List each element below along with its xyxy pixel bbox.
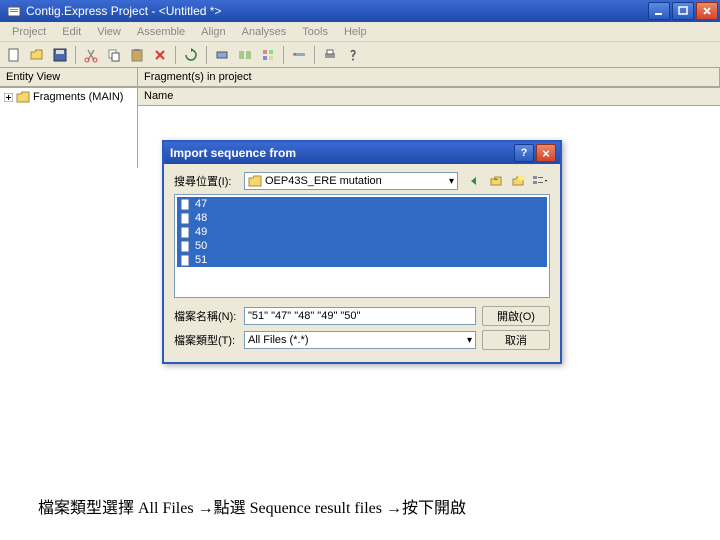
file-icon — [179, 226, 192, 239]
menu-tools[interactable]: Tools — [294, 24, 336, 40]
lookin-folder-name: OEP43S_ERE mutation — [265, 175, 382, 187]
delete-icon[interactable] — [150, 45, 170, 65]
folder-icon — [248, 175, 262, 187]
filetype-label: 檔案類型(T): — [174, 332, 238, 348]
menu-edit[interactable]: Edit — [54, 24, 89, 40]
menu-bar: Project Edit View Assemble Align Analyse… — [0, 22, 720, 42]
dialog-close-button[interactable]: × — [536, 144, 556, 162]
window-title: Contig.Express Project - <Untitled *> — [26, 4, 648, 18]
file-item[interactable]: 50 — [177, 239, 547, 253]
copy-icon[interactable] — [104, 45, 124, 65]
lookin-label: 搜尋位置(I): — [174, 173, 238, 189]
instruction-caption: 檔案類型選擇 All Files →點選 Sequence result fil… — [38, 494, 466, 518]
tool-icon-4[interactable] — [289, 45, 309, 65]
entity-view-header: Entity View — [0, 68, 138, 87]
help-icon[interactable] — [343, 45, 363, 65]
fragments-header: Fragment(s) in project — [138, 68, 720, 87]
refresh-icon[interactable] — [181, 45, 201, 65]
dialog-title: Import sequence from — [168, 146, 512, 160]
file-icon — [179, 212, 192, 225]
dropdown-icon: ▾ — [467, 335, 472, 346]
file-icon — [179, 254, 192, 267]
import-dialog: Import sequence from ? × 搜尋位置(I): OEP43S… — [162, 140, 562, 364]
maximize-button[interactable] — [672, 2, 694, 20]
paste-icon[interactable] — [127, 45, 147, 65]
close-button[interactable] — [696, 2, 718, 20]
menu-project[interactable]: Project — [4, 24, 54, 40]
filetype-combo[interactable]: All Files (*.*) ▾ — [244, 331, 476, 349]
dialog-titlebar: Import sequence from ? × — [164, 142, 560, 164]
new-icon[interactable] — [4, 45, 24, 65]
menu-help[interactable]: Help — [336, 24, 375, 40]
new-folder-icon[interactable] — [508, 172, 528, 190]
filetype-value: All Files (*.*) — [248, 334, 309, 346]
plus-icon — [4, 93, 13, 102]
dialog-help-button[interactable]: ? — [514, 144, 534, 162]
menu-analyses[interactable]: Analyses — [234, 24, 295, 40]
dropdown-icon: ▾ — [449, 176, 454, 187]
file-item[interactable]: 47 — [177, 197, 547, 211]
filename-label: 檔案名稱(N): — [174, 308, 238, 324]
file-list[interactable]: 47 48 49 50 51 — [174, 194, 550, 298]
filename-input[interactable]: "51" "47" "48" "49" "50" — [244, 307, 476, 325]
open-icon[interactable] — [27, 45, 47, 65]
toolbar — [0, 42, 720, 68]
back-icon[interactable] — [464, 172, 484, 190]
tree-root-label: Fragments (MAIN) — [33, 91, 123, 103]
lookin-combo[interactable]: OEP43S_ERE mutation ▾ — [244, 172, 458, 190]
print-icon[interactable] — [320, 45, 340, 65]
tool-icon-1[interactable] — [212, 45, 232, 65]
view-menu-icon[interactable] — [530, 172, 550, 190]
menu-align[interactable]: Align — [193, 24, 233, 40]
window-titlebar: Contig.Express Project - <Untitled *> — [0, 0, 720, 22]
open-button[interactable]: 開啟(O) — [482, 306, 550, 326]
menu-assemble[interactable]: Assemble — [129, 24, 193, 40]
save-icon[interactable] — [50, 45, 70, 65]
tree-root-item[interactable]: Fragments (MAIN) — [4, 90, 133, 104]
tool-icon-2[interactable] — [235, 45, 255, 65]
up-folder-icon[interactable] — [486, 172, 506, 190]
menu-view[interactable]: View — [89, 24, 129, 40]
minimize-button[interactable] — [648, 2, 670, 20]
tree-panel[interactable]: Fragments (MAIN) — [0, 88, 138, 168]
column-headers: Entity View Fragment(s) in project — [0, 68, 720, 88]
cancel-button[interactable]: 取消 — [482, 330, 550, 350]
file-item[interactable]: 49 — [177, 225, 547, 239]
tool-icon-3[interactable] — [258, 45, 278, 65]
cut-icon[interactable] — [81, 45, 101, 65]
file-item[interactable]: 48 — [177, 211, 547, 225]
folder-icon — [16, 91, 30, 103]
name-column-header[interactable]: Name — [138, 88, 720, 106]
file-item[interactable]: 51 — [177, 253, 547, 267]
file-icon — [179, 198, 192, 211]
app-icon — [6, 3, 22, 19]
file-icon — [179, 240, 192, 253]
